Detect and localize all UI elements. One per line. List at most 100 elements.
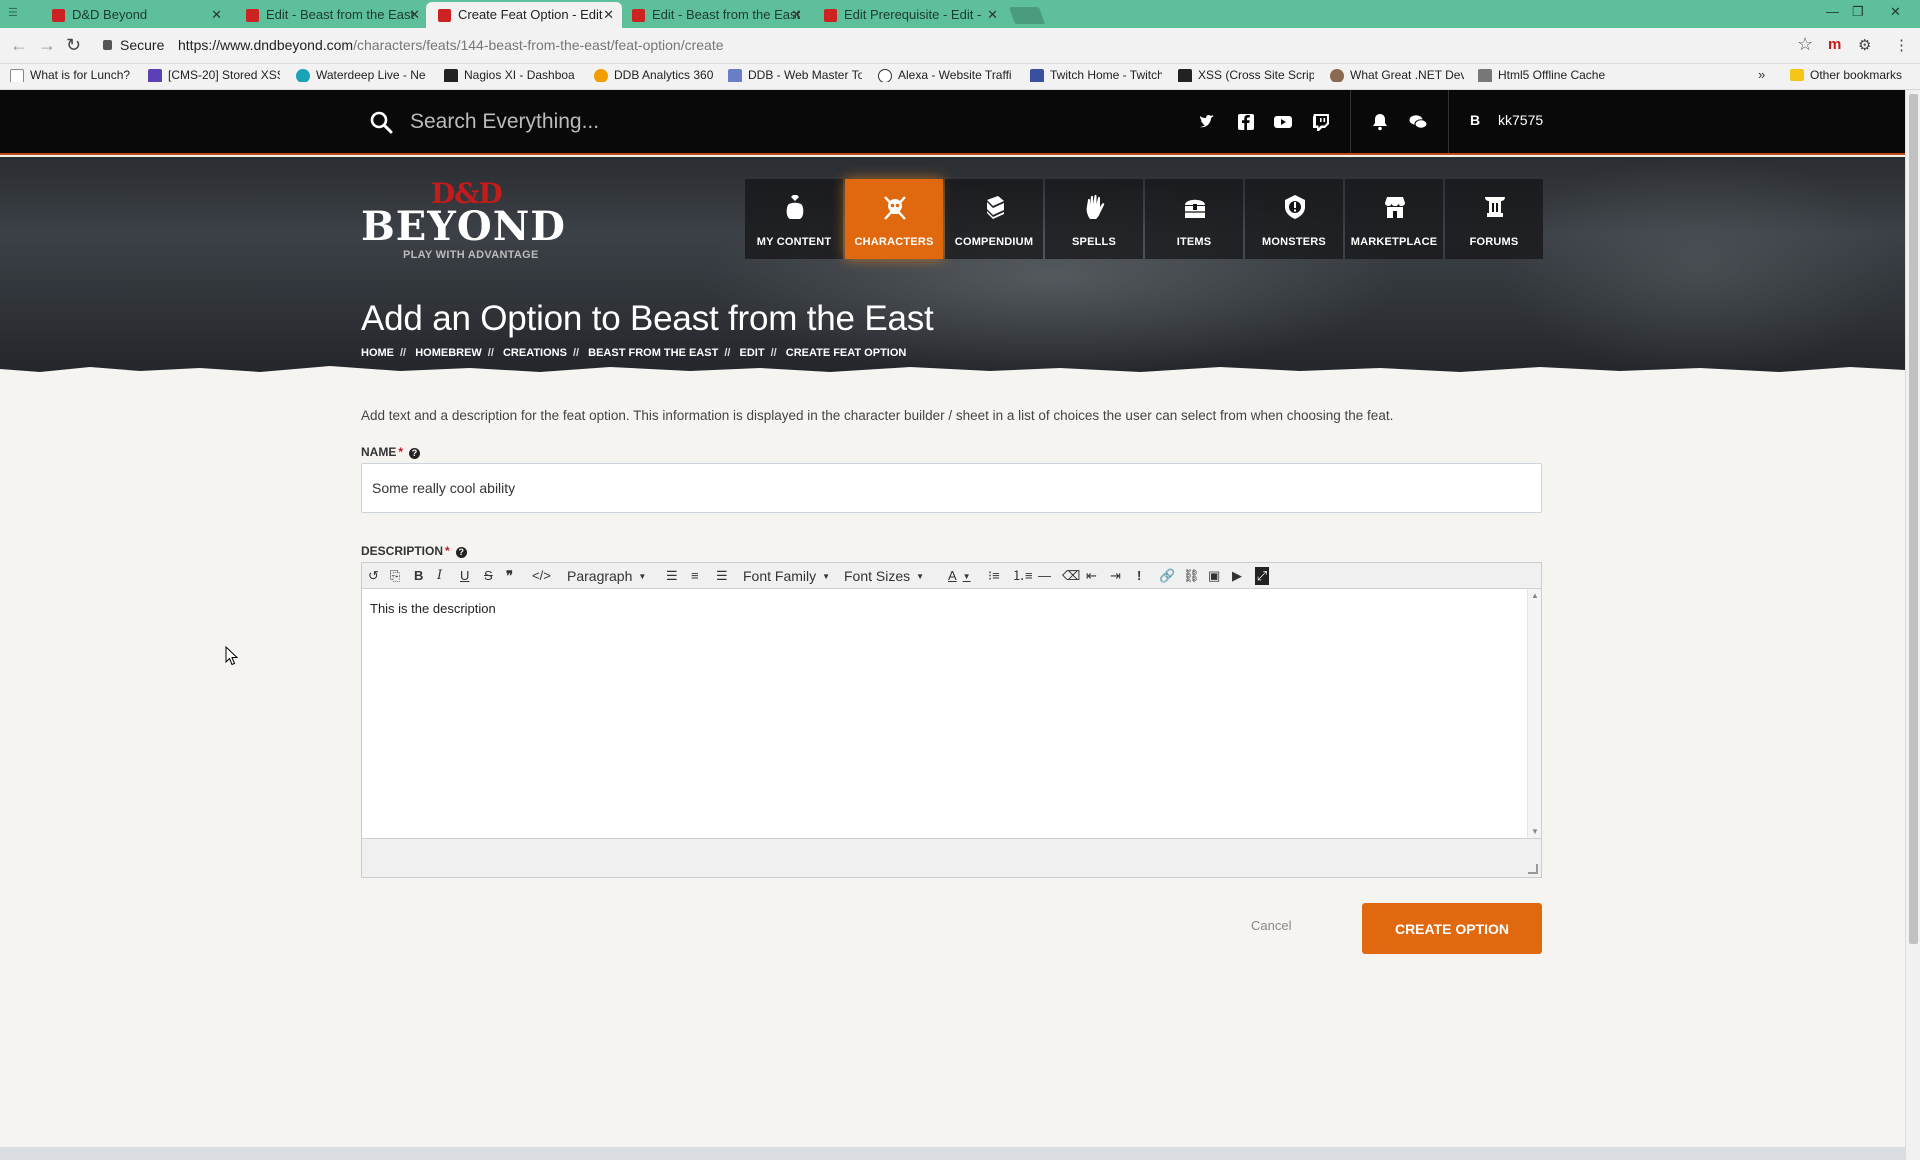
nav-items[interactable]: ITEMS	[1145, 179, 1243, 259]
align-center-icon[interactable]: ≡	[691, 567, 699, 585]
close-icon[interactable]: ✕	[409, 2, 420, 28]
nav-my-content[interactable]: MY CONTENT	[745, 179, 843, 259]
other-bookmarks[interactable]: Other bookmarks	[1790, 68, 1902, 82]
twitch-icon[interactable]	[1311, 112, 1331, 132]
horizontal-rule-icon[interactable]: —	[1038, 567, 1051, 585]
nav-compendium[interactable]: COMPENDIUM	[945, 179, 1043, 259]
fullscreen-icon[interactable]: ⤢	[1255, 567, 1269, 585]
browser-tab-1[interactable]: D&D Beyond ✕	[40, 2, 230, 28]
close-icon[interactable]: ✕	[987, 2, 998, 28]
font-family-select[interactable]: Font Family ▼	[743, 567, 830, 585]
facebook-icon[interactable]	[1236, 112, 1256, 132]
bookmark-item[interactable]: DDB - Web Master To	[728, 68, 862, 82]
minimize-icon[interactable]: —	[1826, 4, 1839, 19]
scroll-down-icon[interactable]: ▼	[1531, 827, 1539, 836]
undo-icon[interactable]: ↺	[368, 567, 379, 585]
browser-tab-3-active[interactable]: Create Feat Option - Edit ✕	[426, 2, 622, 28]
bookmark-item[interactable]: DDB Analytics 360	[594, 68, 720, 82]
url-field[interactable]: https://www.dndbeyond.com/characters/fea…	[178, 37, 724, 53]
menu-dots-icon[interactable]: ⋮	[1894, 36, 1909, 54]
browser-tab-2[interactable]: Edit - Beast from the East ✕	[234, 2, 428, 28]
browser-tab-4[interactable]: Edit - Beast from the East ✕	[620, 2, 810, 28]
back-arrow-icon[interactable]: ←	[10, 35, 28, 56]
bookmark-item[interactable]: XSS (Cross Site Script	[1178, 68, 1314, 82]
scroll-up-icon[interactable]: ▲	[1531, 591, 1539, 600]
nav-forums[interactable]: FORUMS	[1445, 179, 1543, 259]
bookmarks-overflow-icon[interactable]: »	[1758, 67, 1765, 82]
ddb-logo[interactable]: D&D BEYOND PLAY WITH ADVANTAGE	[361, 177, 571, 267]
bookmark-item[interactable]: [CMS-20] Stored XSS	[148, 68, 280, 82]
outdent-icon[interactable]: ⇤	[1086, 567, 1097, 585]
editor-content-area[interactable]: This is the description ▲ ▼	[362, 589, 1541, 838]
close-window-icon[interactable]: ✕	[1890, 4, 1901, 20]
forward-arrow-icon[interactable]: →	[38, 35, 56, 56]
help-icon[interactable]: ?	[409, 448, 421, 459]
close-icon[interactable]: ✕	[603, 2, 614, 28]
bookmark-item[interactable]: What is for Lunch?	[10, 68, 140, 82]
font-sizes-select[interactable]: Font Sizes ▼	[844, 567, 924, 585]
bookmark-item[interactable]: Nagios XI - Dashboa	[444, 68, 578, 82]
reload-icon[interactable]: ↻	[66, 35, 81, 56]
underline-icon[interactable]: U	[460, 567, 469, 585]
window-menu-icon[interactable]: ☰	[8, 7, 24, 19]
breadcrumb-feat[interactable]: BEAST FROM THE EAST	[588, 347, 718, 359]
nav-label: ITEMS	[1176, 236, 1212, 248]
unlink-icon[interactable]: ⛓	[1183, 567, 1200, 585]
page-scrollbar[interactable]	[1905, 90, 1920, 1160]
bold-icon[interactable]: B	[414, 567, 423, 585]
notifications-bell-icon[interactable]	[1370, 112, 1390, 132]
chat-bubbles-icon[interactable]	[1408, 112, 1428, 132]
link-icon[interactable]: 🔗	[1159, 567, 1175, 585]
breadcrumb-homebrew[interactable]: HOMEBREW	[415, 347, 482, 359]
nav-spells[interactable]: SPELLS	[1045, 179, 1143, 259]
resize-handle-icon[interactable]	[1528, 864, 1538, 874]
blockquote-icon[interactable]: ❞	[506, 567, 513, 585]
cancel-link[interactable]: Cancel	[1251, 918, 1291, 933]
user-avatar[interactable]: B	[1470, 112, 1480, 128]
extension-m-icon[interactable]: m	[1828, 36, 1841, 53]
align-right-icon[interactable]: ☰	[716, 567, 728, 585]
restore-icon[interactable]: ❐	[1852, 4, 1864, 20]
bookmark-item[interactable]: Html5 Offline Cache	[1478, 68, 1614, 82]
twitter-icon[interactable]	[1198, 112, 1218, 132]
close-icon[interactable]: ✕	[211, 2, 222, 28]
image-icon[interactable]: ▣	[1208, 567, 1220, 585]
italic-icon[interactable]: I	[437, 567, 442, 585]
text-color-icon[interactable]: A ▼	[948, 567, 971, 585]
numbered-list-icon[interactable]: ⒈≡	[1012, 567, 1033, 585]
name-field[interactable]	[361, 463, 1542, 513]
extension-gear-icon[interactable]: ⚙	[1858, 36, 1871, 54]
nav-characters[interactable]: CHARACTERS	[845, 179, 943, 259]
help-icon[interactable]: ?	[455, 547, 467, 558]
strikethrough-icon[interactable]: S	[484, 567, 493, 585]
indent-icon[interactable]: ⇥	[1110, 567, 1121, 585]
bullet-list-icon[interactable]: ⁝≡	[988, 567, 1000, 585]
bookmark-star-icon[interactable]: ☆	[1797, 34, 1813, 55]
clear-formatting-icon[interactable]: ⌫	[1062, 567, 1080, 585]
editor-scrollbar[interactable]: ▲ ▼	[1527, 589, 1541, 838]
close-icon[interactable]: ✕	[791, 2, 802, 28]
create-option-button[interactable]: CREATE OPTION	[1362, 903, 1542, 954]
page-scrollbar-thumb[interactable]	[1909, 94, 1918, 944]
breadcrumb-edit[interactable]: EDIT	[740, 347, 765, 359]
youtube-icon[interactable]	[1273, 112, 1293, 132]
search-input[interactable]	[410, 106, 910, 138]
bookmark-item[interactable]: What Great .NET Dev	[1330, 68, 1464, 82]
browser-tab-5[interactable]: Edit Prerequisite - Edit - ✕	[812, 2, 1006, 28]
bookmark-item[interactable]: Twitch Home - Twitch	[1030, 68, 1162, 82]
paste-icon[interactable]: ⎘	[390, 567, 400, 585]
breadcrumb-home[interactable]: HOME	[361, 347, 394, 359]
nav-marketplace[interactable]: MARKETPLACE	[1345, 179, 1443, 259]
video-icon[interactable]: ▶	[1232, 567, 1242, 585]
new-tab-button[interactable]	[1008, 7, 1046, 24]
special-character-icon[interactable]: !	[1137, 567, 1141, 585]
align-left-icon[interactable]: ☰	[666, 567, 678, 585]
username[interactable]: kk7575	[1498, 112, 1543, 128]
bookmark-item[interactable]: Alexa - Website Traffi	[878, 68, 1012, 82]
search-icon[interactable]	[369, 110, 393, 134]
breadcrumb-creations[interactable]: CREATIONS	[503, 347, 567, 359]
code-icon[interactable]: </>	[532, 567, 551, 585]
nav-monsters[interactable]: MONSTERS	[1245, 179, 1343, 259]
paragraph-select[interactable]: Paragraph ▼	[567, 567, 646, 585]
bookmark-item[interactable]: Waterdeep Live - Ne	[296, 68, 428, 82]
